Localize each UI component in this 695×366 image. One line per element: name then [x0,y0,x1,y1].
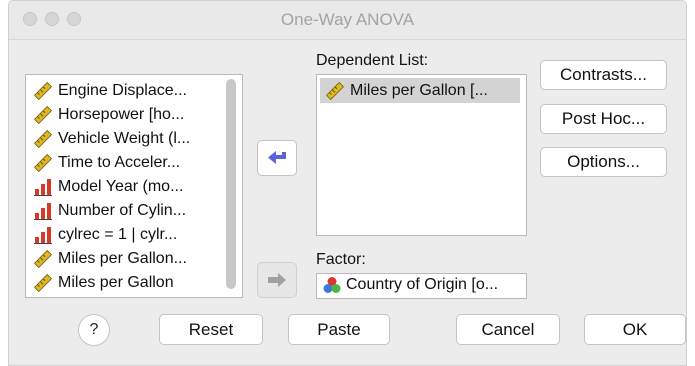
list-scrollbar[interactable] [226,79,236,289]
list-item-label: Miles per Gallon [... [350,81,488,99]
dependent-list[interactable]: Miles per Gallon [... [316,74,527,236]
options-button[interactable]: Options... [540,147,667,177]
list-item[interactable]: Miles per Gallon [... [320,78,520,103]
bar-ordinal-icon [34,226,52,244]
factor-value: Country of Origin [o... [346,276,499,293]
list-item-label: Miles per Gallon [58,274,174,291]
bar-ordinal-icon [34,202,52,220]
factor-label: Factor: [316,251,366,268]
scrollbar-thumb[interactable] [226,79,236,289]
window-title: One-Way ANOVA [280,10,415,29]
list-item[interactable]: Miles per Gallon... [34,247,187,271]
list-item-label: Time to Acceler... [58,154,181,171]
list-item-label: Miles per Gallon... [58,250,187,267]
ruler-scale-icon [326,81,344,100]
list-item[interactable]: Model Year (mo... [34,175,183,199]
cancel-button[interactable]: Cancel [456,314,560,345]
ruler-scale-icon [34,154,52,172]
arrow-right-icon [266,271,288,289]
ruler-scale-icon [34,130,52,148]
help-button[interactable]: ? [78,314,110,346]
nominal-circles-icon [323,276,341,294]
dialog-window: One-Way ANOVA Engine Displace... Horsepo… [8,0,687,366]
move-to-factor-button[interactable] [257,262,297,298]
arrow-left-curved-icon [266,149,288,167]
list-item-label: Vehicle Weight (l... [58,130,191,147]
variable-list[interactable]: Engine Displace... Horsepower [ho... Veh… [25,74,243,298]
move-to-dependent-button[interactable] [257,140,297,176]
paste-button[interactable]: Paste [288,314,390,345]
factor-field[interactable]: Country of Origin [o... [316,273,527,299]
dependent-list-label: Dependent List: [316,52,429,69]
list-item[interactable]: Time to Acceler... [34,151,180,175]
list-item-label: Engine Displace... [58,82,187,99]
ruler-scale-icon [34,250,52,268]
title-bar: One-Way ANOVA [9,1,686,40]
list-item-label: Model Year (mo... [58,178,184,195]
list-item[interactable]: Vehicle Weight (l... [34,127,190,151]
list-item[interactable]: cylrec = 1 | cylr... [34,223,177,247]
list-item-label: Number of Cylin... [58,202,187,219]
ruler-scale-icon [34,106,52,124]
ruler-scale-icon [34,274,52,292]
list-item-label: Horsepower [ho... [58,106,185,123]
list-item[interactable]: Miles per Gallon [34,271,174,295]
ruler-scale-icon [34,82,52,100]
reset-button[interactable]: Reset [159,314,263,345]
post-hoc-button[interactable]: Post Hoc... [540,104,667,134]
list-item[interactable]: Engine Displace... [34,79,187,103]
list-item-label: cylrec = 1 | cylr... [58,226,178,243]
list-item[interactable]: Horsepower [ho... [34,103,184,127]
contrasts-button[interactable]: Contrasts... [540,60,667,90]
bar-ordinal-icon [34,178,52,196]
factor-item[interactable]: Country of Origin [o... [323,276,498,294]
list-item[interactable]: Number of Cylin... [34,199,186,223]
ok-button[interactable]: OK [584,314,686,345]
